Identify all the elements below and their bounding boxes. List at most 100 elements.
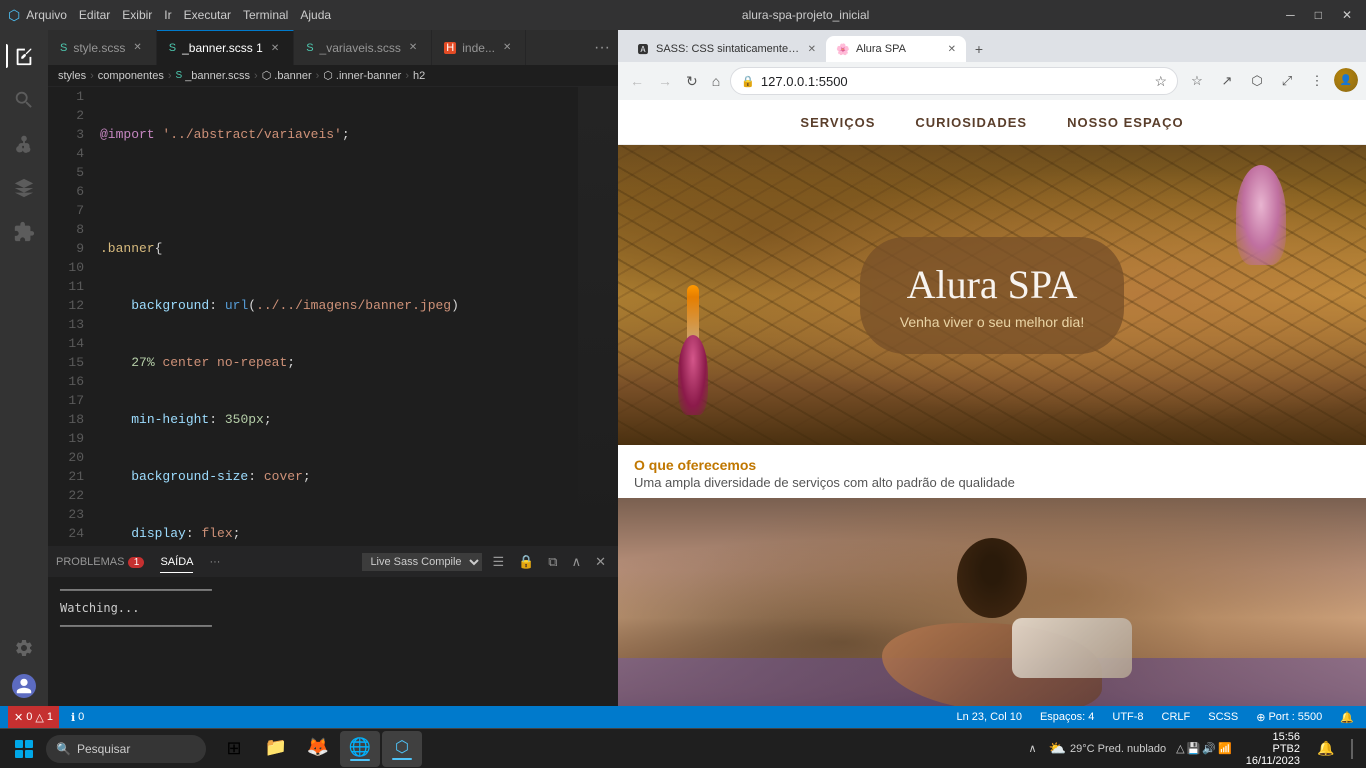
breadcrumb-styles[interactable]: styles <box>58 70 86 82</box>
language-label: SCSS <box>1208 711 1238 723</box>
address-star-icon[interactable]: ☆ <box>1154 73 1167 90</box>
status-port[interactable]: ⊕ Port : 5500 <box>1252 711 1326 724</box>
panel-tab-problems[interactable]: PROBLEMAS 1 <box>56 552 144 572</box>
browser-new-tab-button[interactable]: + <box>966 36 992 62</box>
panel-content: ───────────────────── Watching... ──────… <box>48 577 618 706</box>
panel-tab-output[interactable]: SAÍDA <box>160 552 193 573</box>
activity-git[interactable] <box>6 126 42 162</box>
menu-file[interactable]: Arquivo <box>26 8 67 22</box>
activity-settings[interactable] <box>6 630 42 666</box>
maximize-button[interactable]: □ <box>1309 6 1328 24</box>
activity-extensions[interactable] <box>6 214 42 250</box>
status-language[interactable]: SCSS <box>1204 711 1242 723</box>
breadcrumb-banner-file[interactable]: S _banner.scss <box>176 70 251 82</box>
activity-explorer[interactable] <box>6 38 42 74</box>
status-spaces[interactable]: Espaços: 4 <box>1036 711 1098 723</box>
browser-forward-button[interactable]: → <box>654 69 676 93</box>
breadcrumb-inner-banner[interactable]: ⬡ .inner-banner <box>323 69 401 82</box>
taskbar-file-explorer[interactable]: 📁 <box>256 731 296 767</box>
tab-style-scss[interactable]: S style.scss ✕ <box>48 30 157 65</box>
status-bell[interactable]: 🔔 <box>1336 711 1358 724</box>
warning-count: 1 <box>47 711 53 723</box>
spa-nav: SERVIÇOS CURIOSIDADES NOSSO ESPAÇO <box>618 100 1366 145</box>
start-button[interactable] <box>6 731 42 767</box>
panel-dropdown[interactable]: Live Sass Compile <box>362 553 482 571</box>
port-icon: ⊕ <box>1256 711 1265 724</box>
tab-close-variaveis[interactable]: ✕ <box>407 41 419 54</box>
panel-close-icon[interactable]: ✕ <box>591 552 610 572</box>
code-editor[interactable]: 12345 678910 1112131415 1617181920 21222… <box>48 87 618 546</box>
browser-tab-spa[interactable]: 🌸 Alura SPA ✕ <box>826 36 966 62</box>
status-cursor[interactable]: Ln 23, Col 10 <box>953 711 1026 723</box>
browser-profile-avatar[interactable]: 👤 <box>1334 68 1358 92</box>
taskbar-vscode[interactable]: ⬡ <box>382 731 422 767</box>
taskbar-chrome[interactable]: 🌐 <box>340 731 380 767</box>
status-line-ending[interactable]: CRLF <box>1158 711 1195 723</box>
breadcrumb-componentes[interactable]: componentes <box>98 70 164 82</box>
minimize-button[interactable]: ─ <box>1280 6 1301 24</box>
activity-search[interactable] <box>6 82 42 118</box>
browser-panel: 🅰 SASS: CSS sintaticamente espe... ✕ 🌸 A… <box>618 30 1366 706</box>
taskbar-task-view[interactable]: ⊞ <box>214 731 254 767</box>
problems-badge: 1 <box>128 557 144 568</box>
tray-disk-icon[interactable]: 💾 <box>1187 742 1201 755</box>
tab-index[interactable]: H inde... ✕ <box>432 30 526 65</box>
file-explorer-icon: 📁 <box>265 737 287 758</box>
tab-close-style[interactable]: ✕ <box>131 41 143 54</box>
menu-terminal[interactable]: Terminal <box>243 8 288 22</box>
menu-run[interactable]: Executar <box>184 8 231 22</box>
menu-go[interactable]: Ir <box>164 8 171 22</box>
tab-banner-scss[interactable]: S _banner.scss 1 ✕ <box>157 30 294 65</box>
notification-button[interactable]: 🔔 <box>1310 731 1342 767</box>
panel-copy-icon[interactable]: ⧉ <box>544 552 561 572</box>
panel-lock-icon[interactable]: 🔒 <box>514 552 538 572</box>
menu-edit[interactable]: Editar <box>79 8 110 22</box>
browser-extensions-icon[interactable]: ⬡ <box>1244 68 1270 94</box>
browser-tab-sass-close[interactable]: ✕ <box>808 44 816 55</box>
breadcrumb-h2[interactable]: h2 <box>413 70 425 82</box>
browser-fullscreen-icon[interactable]: ⤢ <box>1274 68 1300 94</box>
avatar[interactable] <box>12 674 36 698</box>
spa-services-image <box>618 498 1366 706</box>
panel-list-icon[interactable]: ☰ <box>488 552 508 572</box>
tab-overflow[interactable]: ··· <box>586 30 618 65</box>
breadcrumb-banner-selector[interactable]: ⬡ .banner <box>262 69 312 82</box>
browser-home-button[interactable]: ⌂ <box>708 69 724 93</box>
close-button[interactable]: ✕ <box>1336 6 1358 24</box>
tray-volume-icon[interactable]: 🔊 <box>1202 742 1216 755</box>
status-info[interactable]: ℹ 0 <box>67 711 88 724</box>
tray-up-icon[interactable]: △ <box>1176 742 1184 755</box>
tab-close-index[interactable]: ✕ <box>501 41 513 54</box>
menu-help[interactable]: Ajuda <box>300 8 331 22</box>
browser-back-button[interactable]: ← <box>626 69 648 93</box>
activity-debug[interactable] <box>6 170 42 206</box>
spa-nav-nosso-espaco[interactable]: NOSSO ESPAÇO <box>1067 111 1184 134</box>
status-errors[interactable]: ✕ 0 △ 1 <box>8 706 59 728</box>
status-encoding[interactable]: UTF-8 <box>1108 711 1147 723</box>
spa-nav-curiosidades[interactable]: CURIOSIDADES <box>915 111 1027 134</box>
menu-bar[interactable]: Arquivo Editar Exibir Ir Executar Termin… <box>26 8 331 22</box>
browser-menu-icon[interactable]: ⋮ <box>1304 68 1330 94</box>
window-controls[interactable]: ─ □ ✕ <box>1280 6 1358 24</box>
taskbar-search[interactable]: 🔍 Pesquisar <box>46 735 206 763</box>
panel-tab-more[interactable]: ··· <box>209 552 220 572</box>
weather-area[interactable]: ⛅ 29°C Pred. nublado <box>1045 740 1171 757</box>
browser-share-icon[interactable]: ↗ <box>1214 68 1240 94</box>
browser-reload-button[interactable]: ↻ <box>682 69 702 94</box>
tray-network-icon[interactable]: 📶 <box>1218 742 1232 755</box>
show-desktop-button[interactable] <box>1344 731 1360 767</box>
browser-bookmark-icon[interactable]: ☆ <box>1184 68 1210 94</box>
code-text[interactable]: @import '../abstract/variaveis'; .banner… <box>92 87 578 546</box>
panel-collapse-icon[interactable]: ∧ <box>568 552 586 572</box>
tab-variaveis-scss[interactable]: S _variaveis.scss ✕ <box>294 30 432 65</box>
menu-view[interactable]: Exibir <box>122 8 152 22</box>
browser-tab-spa-close[interactable]: ✕ <box>948 44 956 55</box>
taskbar-firefox[interactable]: 🦊 <box>298 731 338 767</box>
tab-close-banner[interactable]: ✕ <box>269 42 281 55</box>
weather-icon: ⛅ <box>1049 740 1066 757</box>
spa-nav-servicos[interactable]: SERVIÇOS <box>800 111 875 134</box>
browser-tab-sass[interactable]: 🅰 SASS: CSS sintaticamente espe... ✕ <box>626 36 826 62</box>
tray-show-hidden[interactable]: ∧ <box>1029 742 1037 755</box>
address-bar[interactable]: 🔒 127.0.0.1:5500 ☆ <box>730 67 1178 95</box>
clock[interactable]: 15:56 PTB2 16/11/2023 <box>1238 731 1308 767</box>
